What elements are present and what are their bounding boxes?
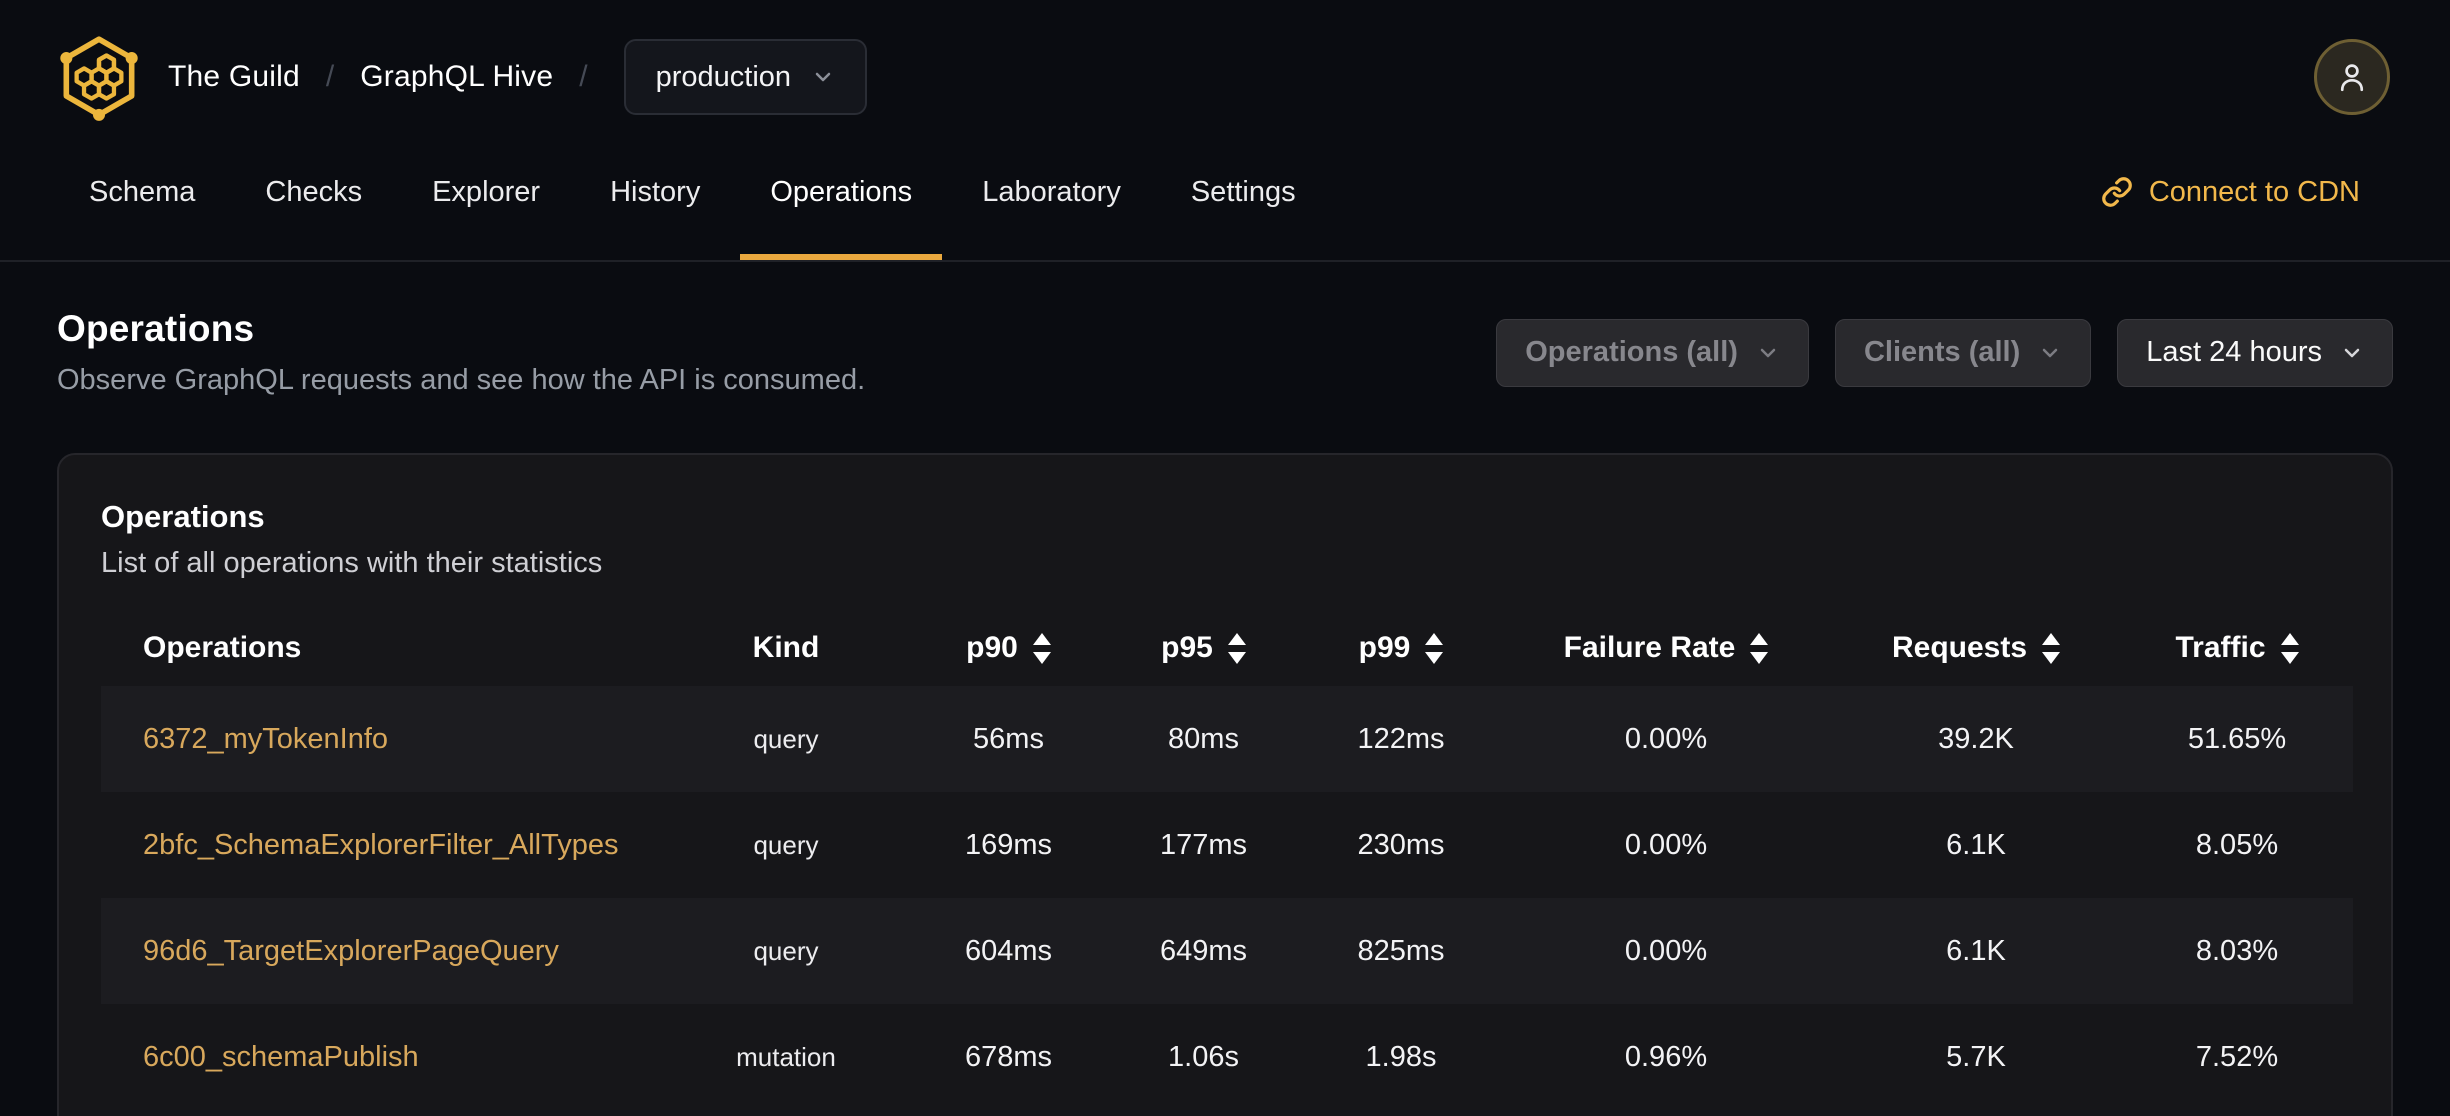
operation-link[interactable]: 6372_myTokenInfo — [143, 723, 388, 755]
user-icon — [2340, 64, 2364, 92]
column-header-p90[interactable]: p90 — [911, 610, 1106, 686]
chevron-down-icon — [815, 72, 831, 82]
chevron-down-icon — [2344, 348, 2360, 357]
sort-arrows-icon — [1750, 632, 1769, 664]
page-header-row: Operations Observe GraphQL requests and … — [57, 308, 2393, 397]
card-subtitle: List of all operations with their statis… — [101, 547, 603, 579]
chevron-down-icon — [1760, 348, 1776, 357]
operations-page: Operations Observe GraphQL requests and … — [0, 308, 2450, 1116]
traffic-cell: 7.52% — [2195, 1040, 2279, 1073]
p90-cell: 169ms — [964, 828, 1053, 861]
column-header-operations: Operations — [143, 631, 302, 664]
requests-cell: 39.2K — [1938, 722, 2014, 755]
traffic-cell: 8.03% — [2195, 934, 2279, 967]
table-row: 2bfc_SchemaExplorerFilter_AllTypes query… — [101, 792, 2353, 898]
p90-cell: 604ms — [964, 934, 1053, 967]
failure-rate-cell: 0.00% — [1624, 934, 1708, 967]
breadcrumb-separator: / — [325, 60, 335, 93]
operation-link[interactable]: 2bfc_SchemaExplorerFilter_AllTypes — [143, 829, 618, 861]
clients-filter-label: Clients (all) — [1863, 336, 2021, 368]
column-label: Failure Rate — [1563, 631, 1736, 664]
traffic-cell: 51.65% — [2187, 722, 2287, 755]
table-row: 6c00_schemaPublish mutation 678ms 1.06s … — [101, 1004, 2353, 1110]
p90-cell: 56ms — [973, 722, 1044, 755]
operations-card: Operations List of all operations with t… — [57, 453, 2393, 1116]
target-selector[interactable]: production — [623, 39, 868, 115]
tab-explorer[interactable]: Explorer — [402, 124, 570, 260]
p95-cell: 177ms — [1159, 828, 1248, 861]
time-range-label: Last 24 hours — [2146, 336, 2322, 368]
p90-cell: 678ms — [964, 1040, 1053, 1073]
connect-to-cdn-label: Connect to CDN — [2148, 175, 2360, 208]
kind-cell: query — [753, 829, 819, 860]
app-header: The Guild / GraphQL Hive / production — [0, 0, 2450, 124]
p95-cell: 80ms — [1168, 722, 1239, 755]
tab-operations[interactable]: Operations — [740, 124, 943, 260]
operations-filter-label: Operations (all) — [1525, 336, 1738, 368]
hive-logo-icon[interactable] — [56, 32, 142, 122]
column-header-traffic[interactable]: Traffic — [2121, 610, 2353, 686]
card-title: Operations — [101, 499, 265, 534]
operations-filter-dropdown[interactable]: Operations (all) — [1496, 318, 1809, 387]
tab-schema[interactable]: Schema — [59, 124, 225, 260]
kind-cell: query — [753, 935, 819, 966]
column-header-failure-rate[interactable]: Failure Rate — [1501, 610, 1831, 686]
column-header-kind: Kind — [752, 631, 820, 664]
sort-arrows-icon — [2042, 632, 2061, 664]
page-heading: Operations Observe GraphQL requests and … — [57, 308, 865, 397]
column-label: p90 — [966, 631, 1018, 664]
page-title: Operations — [57, 308, 255, 349]
column-label: p95 — [1161, 631, 1213, 664]
failure-rate-cell: 0.00% — [1624, 828, 1708, 861]
traffic-cell: 8.05% — [2195, 828, 2279, 861]
chevron-down-icon — [2043, 348, 2058, 357]
p99-cell: 230ms — [1357, 828, 1445, 861]
tab-history[interactable]: History — [580, 124, 730, 260]
sort-arrows-icon — [2280, 632, 2299, 664]
p99-cell: 122ms — [1357, 722, 1445, 755]
column-label: p99 — [1358, 631, 1411, 664]
page-subtitle: Observe GraphQL requests and see how the… — [57, 364, 866, 396]
sort-arrows-icon — [1032, 632, 1051, 664]
column-header-p95[interactable]: p95 — [1106, 610, 1301, 686]
operation-link[interactable]: 96d6_TargetExplorerPageQuery — [143, 935, 559, 967]
failure-rate-cell: 0.96% — [1624, 1040, 1708, 1073]
clients-filter-dropdown[interactable]: Clients (all) — [1834, 318, 2092, 387]
link-icon — [2102, 177, 2132, 207]
time-range-dropdown[interactable]: Last 24 hours — [2117, 318, 2393, 387]
column-header-requests[interactable]: Requests — [1831, 610, 2121, 686]
column-header-p99[interactable]: p99 — [1301, 610, 1501, 686]
operations-table: Operations Kind p90 p95 p99 Failure Rate — [101, 610, 2353, 1110]
breadcrumb: The Guild / GraphQL Hive / production — [56, 32, 868, 122]
target-selector-value: production — [655, 60, 792, 93]
p99-cell: 825ms — [1357, 934, 1445, 967]
column-label: Traffic — [2175, 631, 2266, 664]
table-row: 96d6_TargetExplorerPageQuery query 604ms… — [101, 898, 2353, 1004]
tab-laboratory[interactable]: Laboratory — [952, 124, 1151, 260]
breadcrumb-separator: / — [579, 60, 588, 93]
p99-cell: 1.98s — [1365, 1040, 1437, 1073]
main-nav: Schema Checks Explorer History Operation… — [0, 124, 2450, 262]
table-header-row: Operations Kind p90 p95 p99 Failure Rate — [101, 610, 2353, 686]
p95-cell: 1.06s — [1168, 1040, 1239, 1073]
connect-to-cdn-button[interactable]: Connect to CDN — [2101, 124, 2360, 260]
failure-rate-cell: 0.00% — [1624, 722, 1708, 755]
kind-cell: query — [753, 723, 819, 754]
operation-link[interactable]: 6c00_schemaPublish — [143, 1041, 419, 1073]
sort-arrows-icon — [1227, 632, 1246, 664]
tab-settings[interactable]: Settings — [1161, 124, 1326, 260]
breadcrumb-project[interactable]: GraphQL Hive — [360, 60, 553, 94]
requests-cell: 6.1K — [1946, 934, 2006, 967]
table-row: 6372_myTokenInfo query 56ms 80ms 122ms 0… — [101, 686, 2353, 792]
kind-cell: mutation — [736, 1041, 836, 1072]
user-menu-button[interactable] — [2314, 39, 2390, 115]
column-label: Requests — [1891, 631, 2028, 664]
filters-bar: Operations (all) Clients (all) Last 24 h… — [1496, 318, 2393, 387]
requests-cell: 6.1K — [1946, 828, 2006, 861]
p95-cell: 649ms — [1159, 934, 1248, 967]
requests-cell: 5.7K — [1946, 1040, 2006, 1073]
sort-arrows-icon — [1425, 632, 1444, 664]
tab-checks[interactable]: Checks — [235, 124, 392, 260]
breadcrumb-org[interactable]: The Guild — [168, 60, 300, 94]
